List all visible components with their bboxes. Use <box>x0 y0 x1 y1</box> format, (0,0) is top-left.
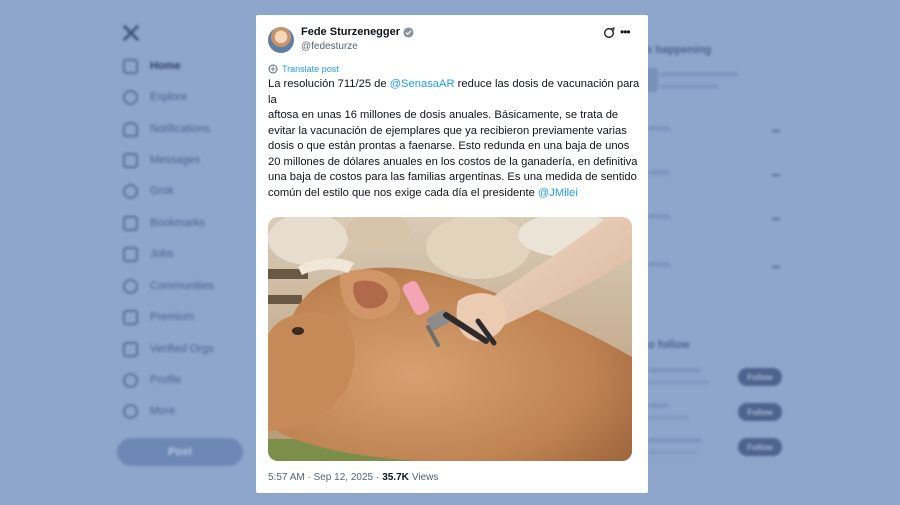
mention-link[interactable]: @JMilei <box>538 187 578 199</box>
x-icon <box>123 309 138 325</box>
bookmark-icon <box>123 215 138 231</box>
verified-badge-icon <box>403 26 414 38</box>
tweet-text-part: aftosa en unas 16 millones de dosis anua… <box>268 109 638 199</box>
sidebar-item-label: Home <box>150 60 181 72</box>
sidebar-item-label: Verified Orgs <box>150 343 214 355</box>
trend-more-icon[interactable] <box>772 174 780 176</box>
trend-line <box>660 72 738 77</box>
follow-button[interactable]: Follow <box>738 403 782 421</box>
tweet-card[interactable]: Fede Sturzenegger @fedesturze ••• Transl… <box>256 15 648 493</box>
sidebar-item-messages[interactable]: Messages <box>123 151 200 169</box>
grok-icon[interactable] <box>603 27 615 39</box>
sidebar-item-label: Grok <box>150 185 174 197</box>
follow-name-line <box>648 368 700 373</box>
more-circle-icon <box>123 403 138 419</box>
sidebar-item-label: Messages <box>150 154 201 166</box>
sidebar-item-grok[interactable]: Grok <box>123 182 174 200</box>
tweet-text-part: La resolución 711/25 de <box>268 78 390 90</box>
mention-link[interactable]: @SenasaAR <box>390 78 455 90</box>
author-name[interactable]: Fede Sturzenegger <box>301 26 400 38</box>
sidebar-item-label: Premium <box>150 311 195 323</box>
cow-vaccination-image <box>268 217 632 461</box>
whats-happening-title: t's happening <box>640 44 712 56</box>
home-icon <box>123 58 138 74</box>
follow-button[interactable]: Follow <box>738 368 782 386</box>
trend-line <box>648 262 670 267</box>
follow-name-line <box>648 438 702 443</box>
trend-line <box>648 170 670 175</box>
translate-icon <box>268 64 278 74</box>
post-button[interactable]: Post <box>117 438 243 466</box>
sidebar-item-label: Explore <box>150 91 188 103</box>
trend-line <box>648 214 670 219</box>
tweet-text: La resolución 711/25 de @SenasaAR reduce… <box>268 77 640 201</box>
trend-more-icon[interactable] <box>772 266 780 268</box>
follow-handle-line <box>648 415 688 420</box>
sidebar-item-more[interactable]: More <box>123 402 175 420</box>
search-icon <box>123 89 138 105</box>
sidebar-item-jobs[interactable]: Jobs <box>123 245 173 263</box>
follow-button[interactable]: Follow <box>738 438 782 456</box>
views-count: 35.7K <box>382 472 409 483</box>
sidebar-item-home[interactable]: Home <box>123 57 181 75</box>
sidebar-item-label: Jobs <box>150 248 174 260</box>
avatar[interactable] <box>268 27 294 53</box>
trend-line <box>648 126 670 131</box>
bell-icon <box>123 121 138 137</box>
trend-more-icon[interactable] <box>772 218 780 220</box>
sidebar-item-label: Notifications <box>150 123 210 135</box>
who-to-follow-title: o follow <box>648 339 690 351</box>
x-logo-icon[interactable] <box>122 24 140 42</box>
sidebar-item-label: Profile <box>150 374 182 386</box>
follow-handle-line <box>648 380 710 385</box>
author-name-row[interactable]: Fede Sturzenegger <box>301 26 414 38</box>
follow-name-line <box>648 403 668 408</box>
lightning-icon <box>123 341 138 357</box>
tweet-timestamp[interactable]: 5:57 AM · Sep 12, 2025 · <box>268 472 379 483</box>
sidebar-item-label: Communities <box>150 280 215 292</box>
sidebar-item-premium[interactable]: Premium <box>123 308 194 326</box>
translate-post-link[interactable]: Translate post <box>268 64 339 74</box>
briefcase-icon <box>123 246 138 262</box>
sidebar-item-profile[interactable]: Profile <box>123 371 181 389</box>
sidebar-item-label: Bookmarks <box>150 217 206 229</box>
trend-line <box>660 84 718 89</box>
translate-post-label[interactable]: Translate post <box>282 64 339 74</box>
trend-more-icon[interactable] <box>772 130 780 132</box>
more-options-icon[interactable]: ••• <box>620 25 631 39</box>
sidebar-item-label: More <box>150 405 176 417</box>
people-icon <box>123 278 138 294</box>
sidebar-item-explore[interactable]: Explore <box>123 88 187 106</box>
author-handle[interactable]: @fedesturze <box>301 41 358 52</box>
views-label: Views <box>411 472 439 483</box>
sidebar-item-verified-orgs[interactable]: Verified Orgs <box>123 340 214 358</box>
tweet-photo[interactable] <box>268 217 632 461</box>
follow-handle-line <box>648 450 698 455</box>
sidebar-item-notifications[interactable]: Notifications <box>123 120 210 138</box>
tweet-meta: 5:57 AM · Sep 12, 2025 · 35.7K Views <box>268 472 438 483</box>
person-icon <box>123 372 138 388</box>
sidebar-item-bookmarks[interactable]: Bookmarks <box>123 214 205 232</box>
mail-icon <box>123 152 138 168</box>
sidebar-item-communities[interactable]: Communities <box>123 277 214 295</box>
grok-icon <box>123 183 138 199</box>
